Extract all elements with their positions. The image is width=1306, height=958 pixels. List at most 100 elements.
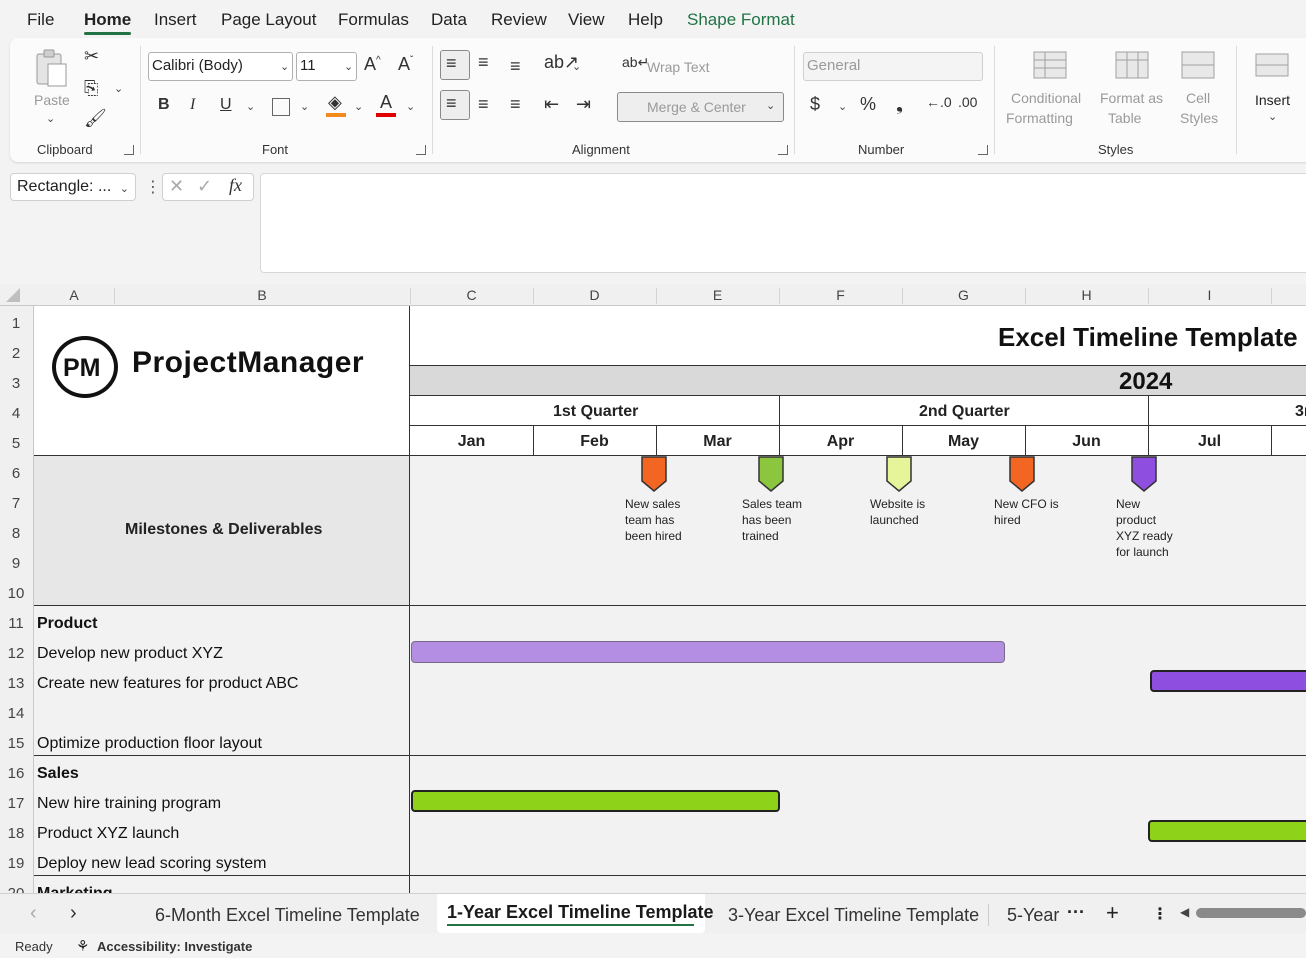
row-header[interactable]: 17 <box>0 795 32 812</box>
cell-styles-label-1[interactable]: Cell <box>1186 90 1210 106</box>
name-box[interactable]: Rectangle: ... ⌄ <box>10 173 136 201</box>
milestone-marker-1[interactable] <box>641 456 667 492</box>
middle-align-icon[interactable]: ≡ <box>478 52 489 73</box>
underline-button[interactable]: U <box>220 96 232 114</box>
conditional-formatting-icon[interactable] <box>1032 50 1068 80</box>
formula-input[interactable] <box>260 173 1306 273</box>
insert-cells-chevron-icon[interactable]: ⌄ <box>1268 110 1277 123</box>
conditional-formatting-label-1[interactable]: Conditional <box>1011 90 1081 106</box>
menu-review[interactable]: Review <box>491 10 547 30</box>
borders-icon[interactable] <box>272 98 290 116</box>
formula-bar-menu-icon[interactable]: ⋮ <box>145 177 161 197</box>
merge-center-button[interactable]: Merge & Center ⌄ <box>617 92 784 122</box>
row-header[interactable]: 19 <box>0 855 32 872</box>
row-header[interactable]: 3 <box>0 375 32 392</box>
clipboard-launcher-icon[interactable] <box>124 145 134 155</box>
select-all-icon[interactable] <box>6 288 20 302</box>
task-bar-product-xyz-launch[interactable] <box>1148 820 1306 842</box>
milestone-marker-5[interactable] <box>1131 456 1157 492</box>
menu-page-layout[interactable]: Page Layout <box>221 10 316 30</box>
row-header[interactable]: 4 <box>0 405 32 422</box>
align-center-icon[interactable]: ≡ <box>478 94 489 115</box>
decrease-decimal-icon[interactable]: .00 <box>958 94 977 110</box>
row-header[interactable]: 6 <box>0 465 32 482</box>
decrease-font-icon[interactable]: Aˇ <box>398 54 413 75</box>
format-as-table-label-2[interactable]: Table <box>1108 110 1141 126</box>
enter-icon[interactable]: ✓ <box>197 176 212 197</box>
milestone-marker-3[interactable] <box>886 456 912 492</box>
number-launcher-icon[interactable] <box>978 145 988 155</box>
insert-cells-icon[interactable] <box>1254 50 1290 80</box>
accessibility-icon[interactable]: ⚘ <box>76 937 89 955</box>
comma-style-icon[interactable]: ❟ <box>896 94 903 115</box>
row-header[interactable]: 16 <box>0 765 32 782</box>
borders-chevron-icon[interactable]: ⌄ <box>300 100 309 113</box>
paste-chevron-icon[interactable]: ⌄ <box>46 112 55 125</box>
copy-chevron-icon[interactable]: ⌄ <box>114 82 123 95</box>
bottom-align-icon[interactable]: ≡ <box>510 56 521 77</box>
cell-styles-label-2[interactable]: Styles <box>1180 110 1218 126</box>
column-header-h[interactable]: H <box>1025 287 1148 303</box>
menu-shape-format[interactable]: Shape Format <box>687 10 795 30</box>
format-as-table-icon[interactable] <box>1114 50 1150 80</box>
font-color-chevron-icon[interactable]: ⌄ <box>406 100 415 113</box>
row-header[interactable]: 11 <box>0 615 32 632</box>
insert-cells-label[interactable]: Insert <box>1255 92 1290 108</box>
row-header[interactable]: 13 <box>0 675 32 692</box>
tab-options-icon[interactable]: ⋮ <box>1152 904 1168 924</box>
fill-color-chevron-icon[interactable]: ⌄ <box>354 100 363 113</box>
wrap-text-button[interactable]: Wrap Text <box>647 59 710 75</box>
cut-icon[interactable]: ✂ <box>84 46 99 67</box>
row-header[interactable]: 1 <box>0 315 32 332</box>
paste-button[interactable] <box>34 48 68 88</box>
tab-1-year[interactable]: 1-Year Excel Timeline Template <box>447 902 713 923</box>
font-name-select[interactable]: Calibri (Body) <box>148 52 293 81</box>
column-header-d[interactable]: D <box>533 287 656 303</box>
menu-home[interactable]: Home <box>84 10 131 30</box>
menu-file[interactable]: File <box>27 10 54 30</box>
bold-button[interactable]: B <box>158 96 170 114</box>
column-header-g[interactable]: G <box>902 287 1025 303</box>
column-header-e[interactable]: E <box>656 287 779 303</box>
format-as-table-label-1[interactable]: Format as <box>1100 90 1163 106</box>
align-right-icon[interactable]: ≡ <box>510 94 521 115</box>
currency-icon[interactable]: $ <box>810 94 820 115</box>
font-color-icon[interactable]: A <box>380 92 392 113</box>
italic-button[interactable]: I <box>190 96 195 114</box>
tab-6-month[interactable]: 6-Month Excel Timeline Template <box>155 905 420 926</box>
task-bar-new-features-abc[interactable] <box>1150 670 1306 692</box>
milestone-marker-4[interactable] <box>1009 456 1035 492</box>
fill-color-icon[interactable]: ◈ <box>328 92 342 113</box>
menu-insert[interactable]: Insert <box>154 10 197 30</box>
horizontal-scrollbar[interactable] <box>1196 908 1306 918</box>
row-header[interactable]: 14 <box>0 705 32 722</box>
row-header[interactable]: 9 <box>0 555 32 572</box>
currency-chevron-icon[interactable]: ⌄ <box>838 100 847 113</box>
worksheet[interactable]: PM ProjectManager Excel Timeline Templat… <box>34 306 1306 893</box>
tab-5-year[interactable]: 5-Year <box>1007 905 1059 926</box>
task-bar-new-hire-training[interactable] <box>411 790 780 812</box>
percent-icon[interactable]: % <box>860 94 876 115</box>
increase-decimal-icon[interactable]: ←.0 <box>926 94 952 110</box>
task-bar-develop-product-xyz[interactable] <box>411 641 1005 663</box>
menu-view[interactable]: View <box>568 10 605 30</box>
column-header-b[interactable]: B <box>114 287 410 303</box>
number-format-select[interactable]: General <box>803 52 983 81</box>
more-tabs-icon[interactable]: ··· <box>1067 902 1085 923</box>
scroll-tabs-right-icon[interactable]: › <box>70 902 77 925</box>
copy-icon[interactable]: ⎘ <box>84 78 98 99</box>
column-header-i[interactable]: I <box>1148 287 1271 303</box>
milestone-marker-2[interactable] <box>758 456 784 492</box>
increase-indent-icon[interactable]: ⇥ <box>576 94 591 115</box>
menu-data[interactable]: Data <box>431 10 467 30</box>
column-header-c[interactable]: C <box>410 287 533 303</box>
scroll-tabs-left-icon[interactable]: ‹ <box>30 902 37 925</box>
menu-help[interactable]: Help <box>628 10 663 30</box>
row-header[interactable]: 15 <box>0 735 32 752</box>
row-header[interactable]: 18 <box>0 825 32 842</box>
orientation-chevron-icon[interactable]: ⌄ <box>572 60 581 73</box>
font-launcher-icon[interactable] <box>416 145 426 155</box>
row-header[interactable]: 5 <box>0 435 32 452</box>
cancel-icon[interactable]: ✕ <box>169 176 184 197</box>
top-align-button[interactable]: ≡ <box>440 50 470 80</box>
